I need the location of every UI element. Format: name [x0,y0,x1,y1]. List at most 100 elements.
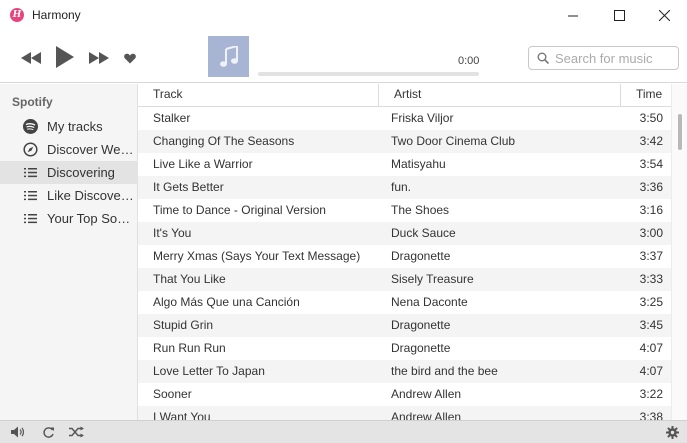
compass-icon [22,142,38,158]
track-cell: Run Run Run [153,341,226,355]
column-header-track[interactable]: Track [138,84,379,107]
player-bar: 0:00 [0,31,687,83]
track-rows: Stalker Friska Viljor 3:50 Changing Of The … [138,107,671,420]
title-bar: H Harmony [0,0,687,31]
artist-cell: Dragonette [391,341,451,355]
search-icon [537,52,549,64]
sidebar-item-label: Discover Weekly [47,142,135,157]
repeat-icon [42,426,54,438]
table-row[interactable]: It's You Duck Sauce 3:00 [138,222,671,245]
table-row[interactable]: Love Letter To Japan the bird and the bee… [138,360,671,383]
time-cell: 3:54 [639,157,663,171]
minimize-button[interactable] [550,0,596,31]
track-cell: It's You [153,226,192,240]
scrollbar-thumb[interactable] [678,114,682,150]
table-row[interactable]: Live Like a Warrior Matisyahu 3:54 [138,153,671,176]
table-row[interactable]: Stalker Friska Viljor 3:50 [138,107,671,130]
artist-cell: the bird and the bee [391,364,498,378]
search-input[interactable] [555,50,673,66]
track-cell: It Gets Better [153,180,224,194]
track-cell: Sooner [153,387,192,401]
heart-icon [124,53,136,63]
play-icon [56,46,74,68]
table-row[interactable]: Stupid Grin Dragonette 3:45 [138,314,671,337]
sidebar-item-my-tracks[interactable]: My tracks [0,115,138,138]
artist-cell: Two Door Cinema Club [391,134,516,148]
time-cell: 3:37 [639,249,663,263]
table-row[interactable]: Merry Xmas (Says Your Text Message) Drago… [138,245,671,268]
artist-cell: Andrew Allen [391,387,462,401]
track-cell: Stupid Grin [153,318,214,332]
sidebar: Spotify My tracks Discover Weekly Discov… [0,84,138,420]
next-button[interactable] [88,49,110,67]
time-cell: 3:45 [639,318,663,332]
play-button[interactable] [54,45,76,69]
time-cell: 4:07 [639,364,663,378]
track-cell: I Want You [153,410,211,420]
time-cell: 3:36 [639,180,663,194]
sidebar-item-like-discovering[interactable]: Like Discovering [0,184,138,207]
previous-button[interactable] [20,49,42,67]
time-cell: 3:00 [639,226,663,240]
playlist-icon [22,211,38,227]
sidebar-heading: Spotify [12,95,53,109]
sidebar-item-label: My tracks [47,119,103,134]
sidebar-item-discover-weekly[interactable]: Discover Weekly [0,138,138,161]
close-icon [658,10,670,21]
table-row[interactable]: Algo Más Que una Canción Nena Daconte 3:25 [138,291,671,314]
artist-cell: Friska Viljor [391,111,454,125]
playlist-icon [22,188,38,204]
track-cell: Love Letter To Japan [153,364,265,378]
artist-cell: Matisyahu [391,157,446,171]
table-row[interactable]: Changing Of The Seasons Two Door Cinema C… [138,130,671,153]
track-cell: Merry Xmas (Says Your Text Message) [153,249,361,263]
volume-icon [10,426,24,438]
time-cell: 3:22 [639,387,663,401]
previous-icon [21,52,41,64]
time-cell: 3:38 [639,410,663,420]
time-cell: 3:25 [639,295,663,309]
artist-cell: Dragonette [391,318,451,332]
search-box[interactable] [528,46,679,70]
artist-cell: Andrew Allen [391,410,462,420]
table-row[interactable]: It Gets Better fun. 3:36 [138,176,671,199]
table-row[interactable]: Sooner Andrew Allen 3:22 [138,383,671,406]
scrollbar[interactable] [671,84,687,420]
music-note-icon [219,45,238,67]
table-row[interactable]: I Want You Andrew Allen 3:38 [138,406,671,420]
shuffle-button[interactable] [68,424,84,440]
volume-button[interactable] [10,424,26,440]
sidebar-item-label: Your Top Songs [47,211,135,226]
sidebar-item-your-top-songs[interactable]: Your Top Songs [0,207,138,230]
table-row[interactable]: That You Like Sisely Treasure 3:33 [138,268,671,291]
table-header: Track Artist Time [138,84,671,107]
artist-cell: Nena Daconte [391,295,468,309]
column-header-artist[interactable]: Artist [379,84,621,107]
album-art [208,36,249,77]
minimize-icon [568,15,578,16]
close-button[interactable] [641,0,687,31]
playlist-icon [22,165,38,181]
table-row[interactable]: Time to Dance - Original Version The Shoe… [138,199,671,222]
gear-icon [665,425,679,439]
column-header-time[interactable]: Time [621,84,671,107]
time-cell: 3:33 [639,272,663,286]
track-cell: Stalker [153,111,191,125]
window-title: Harmony [32,8,81,22]
maximize-button[interactable] [596,0,642,31]
like-button[interactable] [122,50,138,66]
time-cell: 3:42 [639,134,663,148]
current-time: 0:00 [458,55,480,67]
time-cell: 4:07 [639,341,663,355]
sidebar-item-discovering[interactable]: Discovering [0,161,138,184]
track-cell: Algo Más Que una Canción [153,295,300,309]
repeat-button[interactable] [40,424,56,440]
progress-bar[interactable] [258,72,479,76]
artist-cell: Sisely Treasure [391,272,474,286]
settings-button[interactable] [664,424,680,440]
track-cell: Live Like a Warrior [153,157,253,171]
next-icon [89,52,109,64]
track-cell: Time to Dance - Original Version [153,203,326,217]
bottom-bar [0,420,687,443]
table-row[interactable]: Run Run Run Dragonette 4:07 [138,337,671,360]
